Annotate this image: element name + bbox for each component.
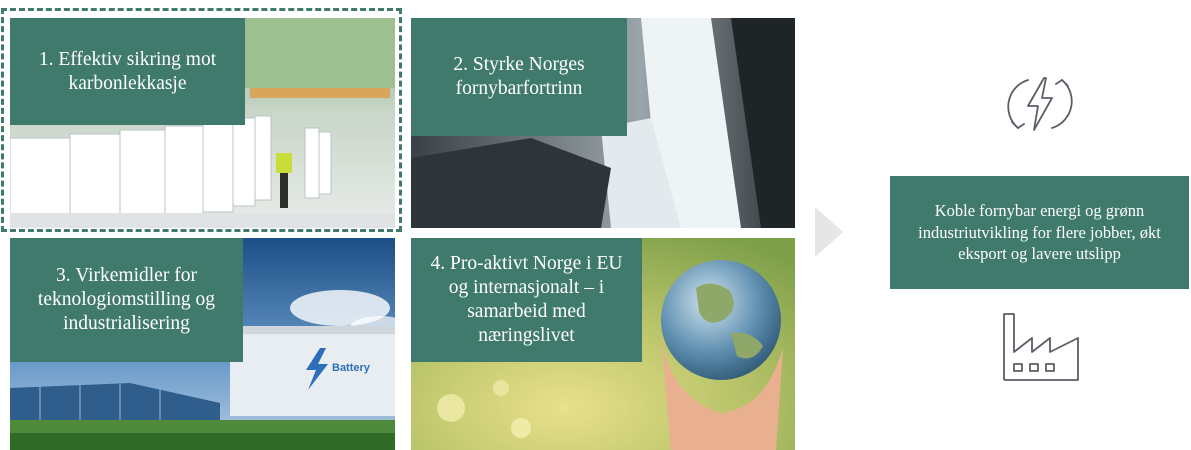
tile-label-4: 4. Pro-aktivt Norge i EU og internasjona… <box>411 238 642 362</box>
battery-text: Battery <box>332 362 371 374</box>
tile-industry[interactable]: 1. Effektiv sikring mot karbonlekkasje <box>10 18 395 228</box>
chevron-right-icon <box>815 207 843 257</box>
summary-box: Koble fornybar energi og grønn industriu… <box>890 176 1189 289</box>
factory-icon <box>1003 313 1079 381</box>
tile-renewable[interactable]: 2. Styrke Norges fornybarfortrinn <box>411 18 795 228</box>
tile-label-1: 1. Effektiv sikring mot karbonlekkasje <box>10 18 245 125</box>
tile-label-2: 2. Styrke Norges fornybarfortrinn <box>411 18 627 136</box>
tile-international[interactable]: 4. Pro-aktivt Norge i EU og internasjona… <box>411 238 795 450</box>
tile-label-3: 3. Virkemidler for teknologiomstilling o… <box>10 238 243 362</box>
renewable-energy-icon <box>1007 77 1073 131</box>
tile-technology[interactable]: Battery 3. Virkemidler for teknologiomst… <box>10 238 395 450</box>
